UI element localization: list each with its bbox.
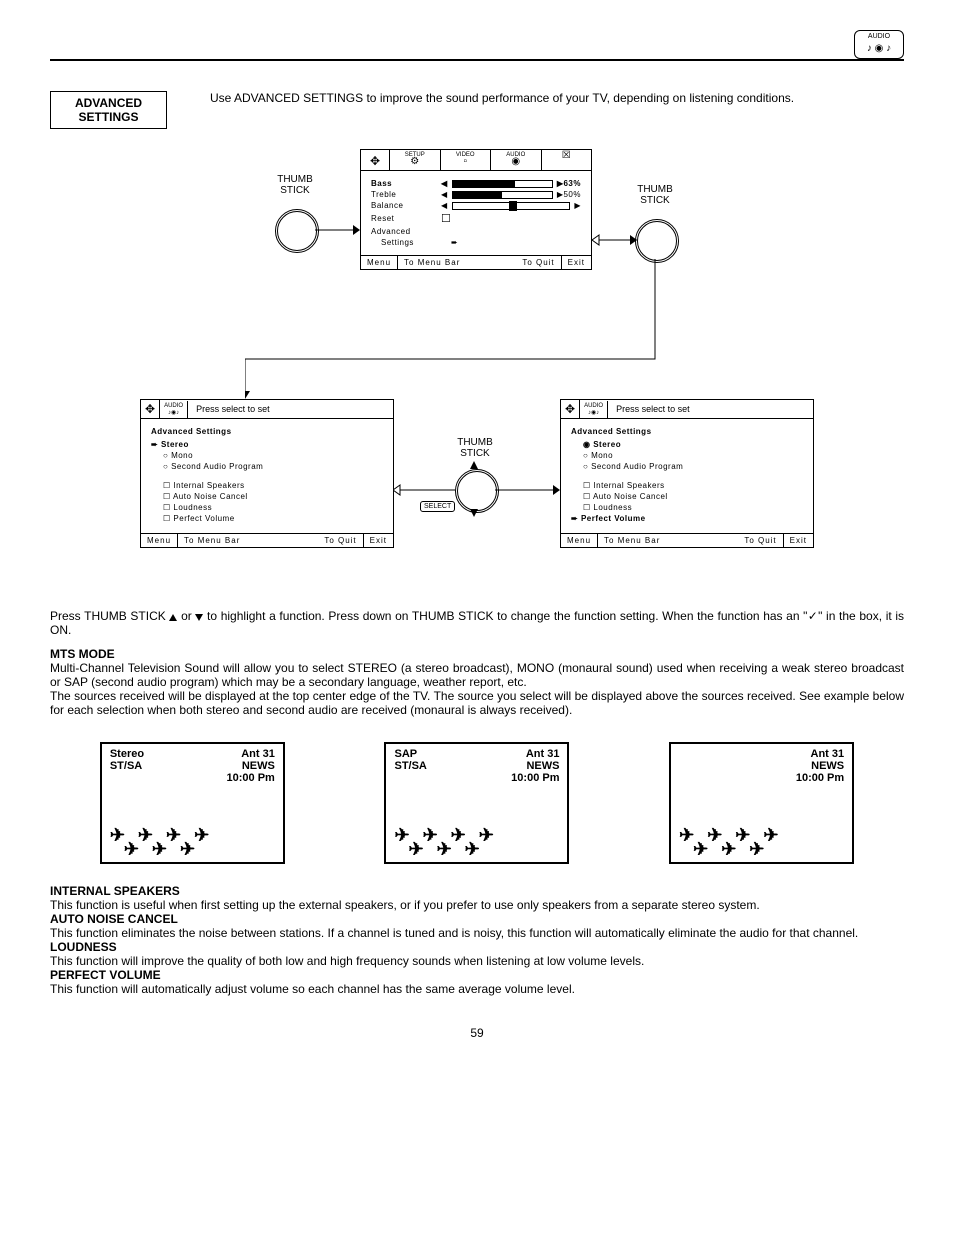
thumbstick-icon bbox=[275, 209, 319, 253]
thumbstick-label-right-top: THUMB STICK bbox=[625, 184, 685, 206]
osd-main: ✥ SETUP⚙ VIDEO▫ AUDIO◉ ☒ Bass◀▶ 63%Trebl… bbox=[360, 149, 592, 270]
thumbstick-instruction: Press THUMB STICK or to highlight a func… bbox=[50, 609, 904, 637]
intro-text: Use ADVANCED SETTINGS to improve the sou… bbox=[210, 91, 904, 105]
osd-advanced-right: ✥ AUDIO♪◉♪ Press select to set Advanced … bbox=[560, 399, 814, 548]
advanced-settings-title: ADVANCED SETTINGS bbox=[50, 91, 167, 129]
mts-mode-section: MTS MODE Multi-Channel Television Sound … bbox=[50, 647, 904, 717]
feature-descriptions: INTERNAL SPEAKERSThis function is useful… bbox=[50, 884, 904, 996]
osd-advanced-left: ✥ AUDIO♪◉♪ Press select to set Advanced … bbox=[140, 399, 394, 548]
thumbstick-label-left-top: THUMB STICK bbox=[265, 174, 325, 196]
thumbstick-label-middle: THUMB STICK bbox=[445, 437, 505, 459]
osd-examples: StereoAnt 31ST/SANEWS10:00 Pm✈ ✈ ✈ ✈✈ ✈ … bbox=[50, 742, 904, 864]
select-badge: SELECT bbox=[420, 501, 455, 512]
audio-header-icon: AUDIO ♪ ◉ ♪ bbox=[854, 30, 904, 59]
menu-diagram: ✥ SETUP⚙ VIDEO▫ AUDIO◉ ☒ Bass◀▶ 63%Trebl… bbox=[50, 139, 904, 599]
thumbstick-icon bbox=[635, 219, 679, 263]
page-number: 59 bbox=[50, 1026, 904, 1040]
